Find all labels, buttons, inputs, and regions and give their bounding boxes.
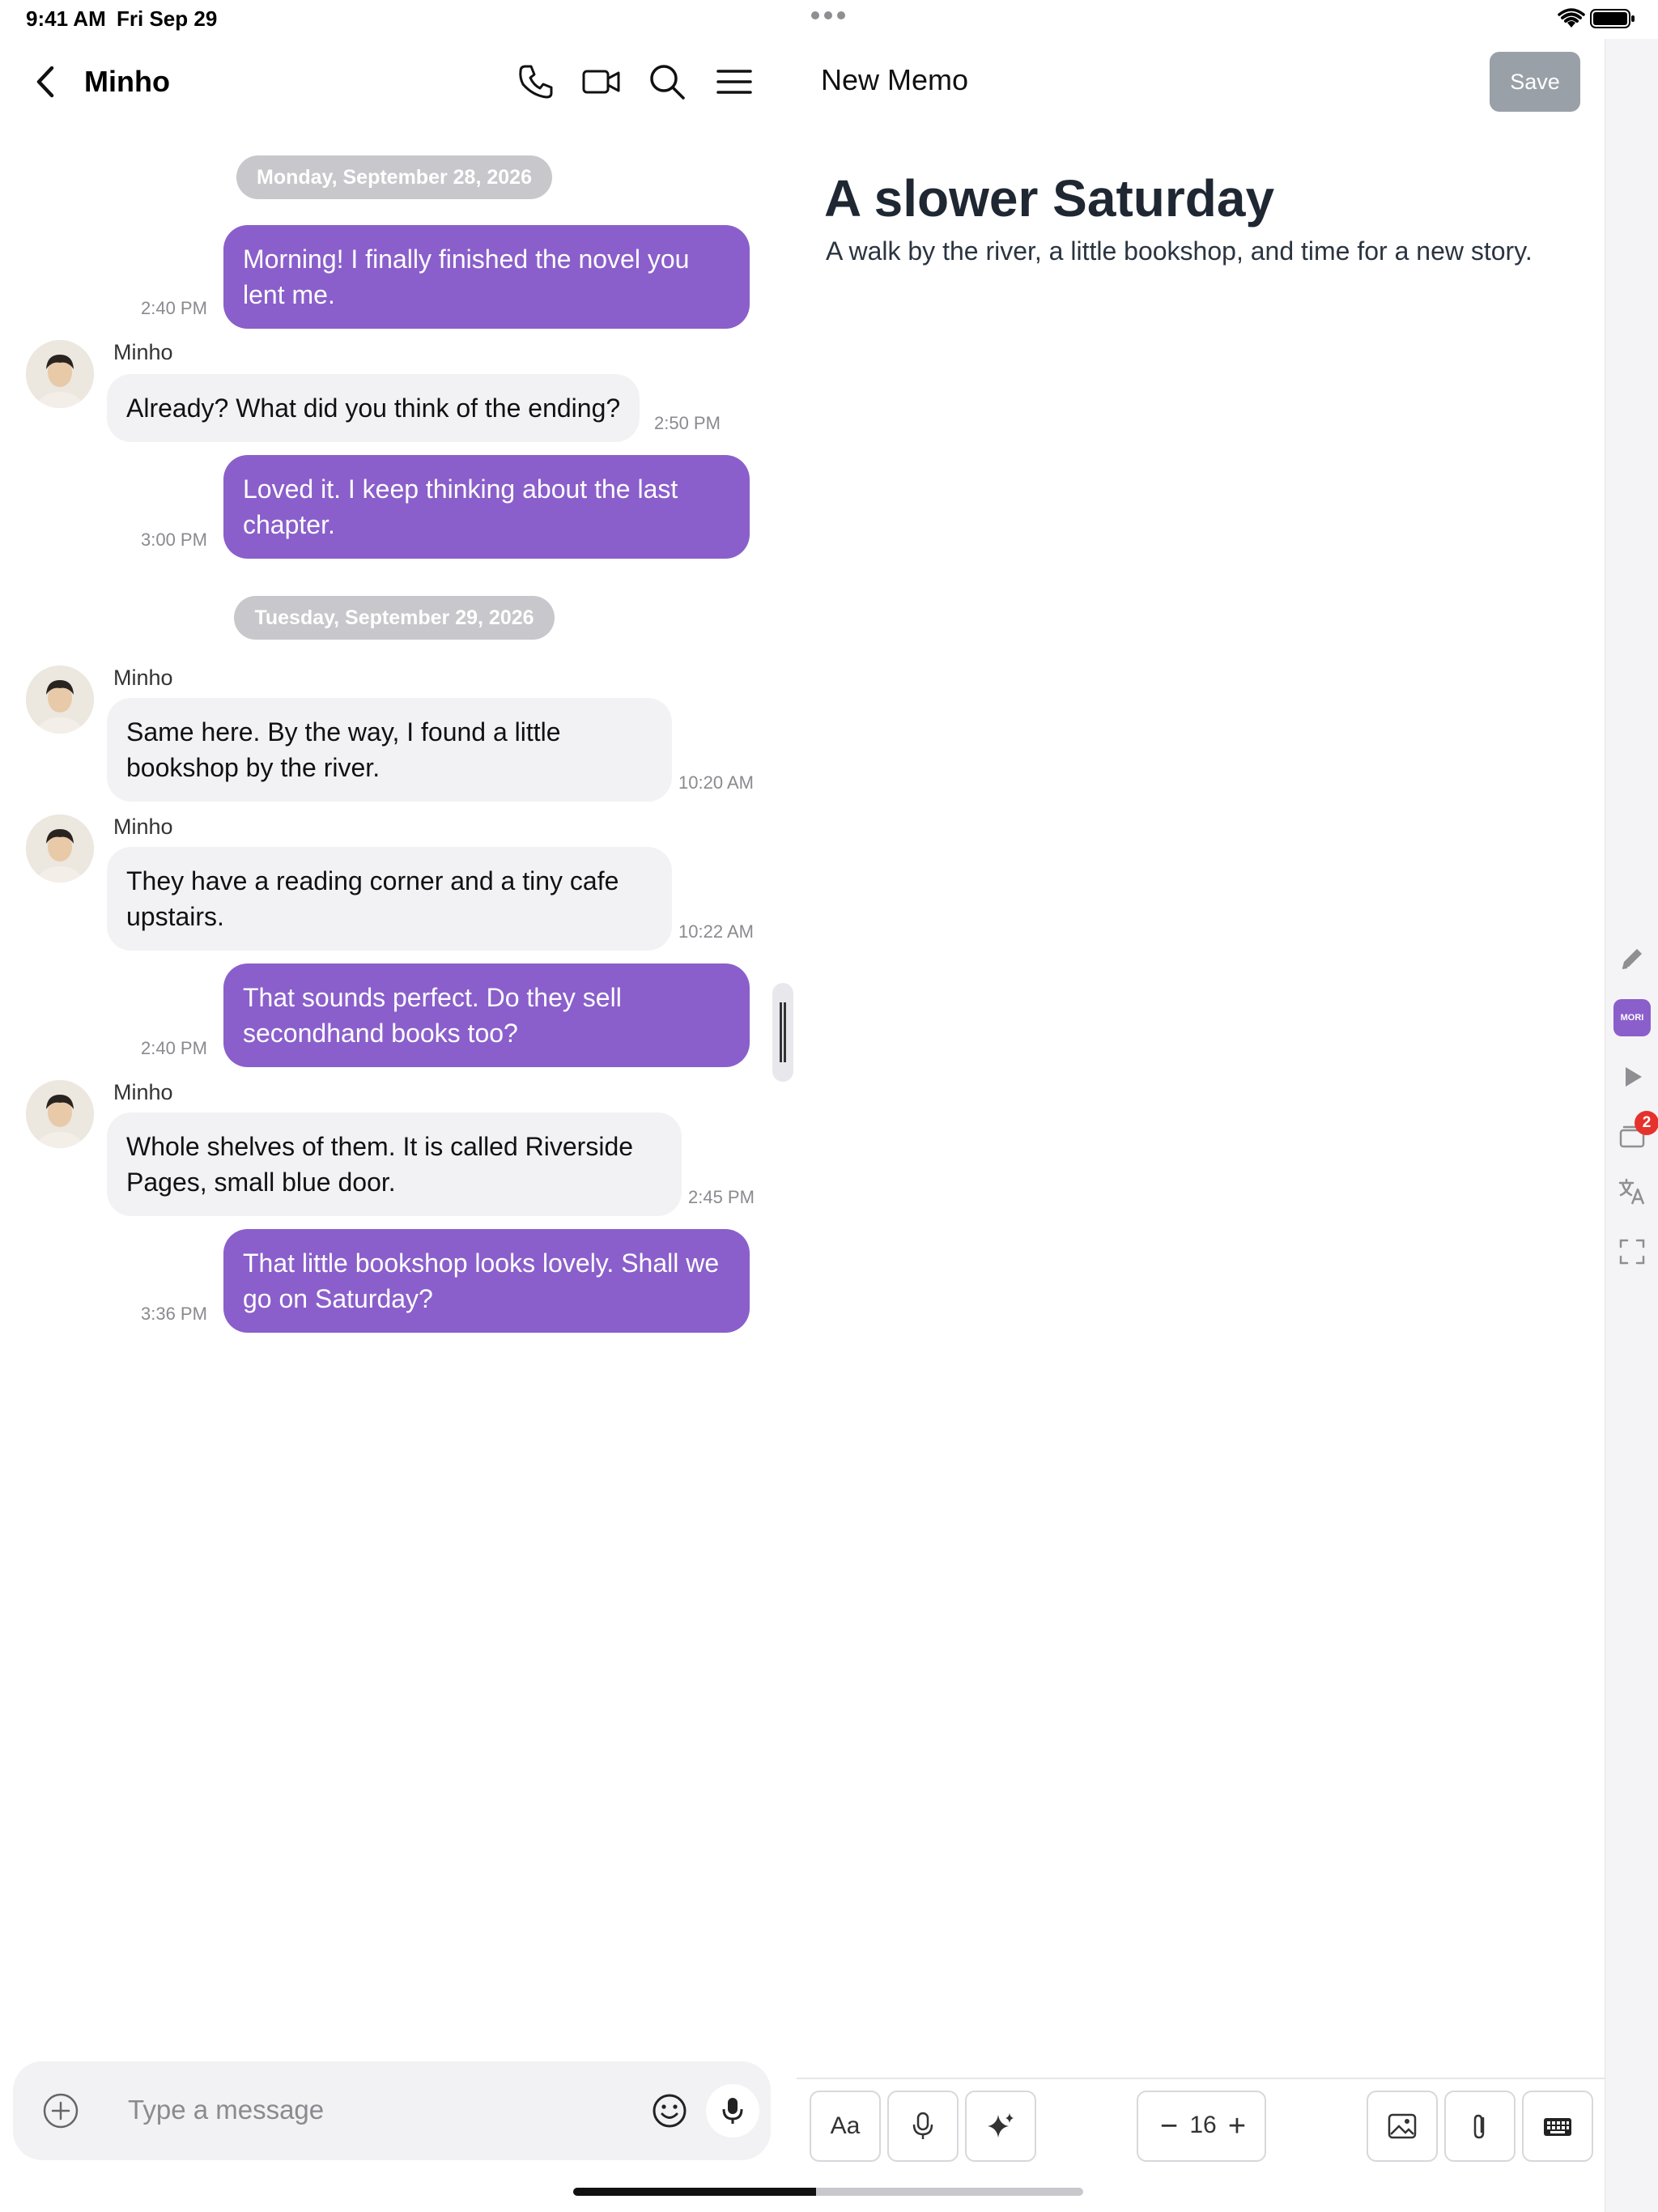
save-button[interactable]: Save — [1490, 52, 1580, 112]
status-date: Fri Sep 29 — [117, 6, 218, 31]
avatar[interactable] — [26, 815, 94, 883]
message-composer — [13, 2061, 771, 2160]
sender-name: Minho — [113, 666, 173, 690]
avatar[interactable] — [26, 666, 94, 734]
translate-icon[interactable] — [1616, 1176, 1648, 1208]
image-icon — [1388, 2113, 1417, 2139]
wifi-icon — [1558, 8, 1585, 28]
chat-contact-name: Minho — [84, 65, 170, 98]
add-attachment-icon[interactable] — [42, 2092, 79, 2129]
emoji-icon[interactable] — [651, 2092, 688, 2129]
sparkle-icon — [988, 2113, 1014, 2138]
font-size-decrease-button[interactable]: − — [1153, 2110, 1185, 2142]
microphone-icon — [912, 2112, 933, 2139]
app-shortcut-badge[interactable]: MORI — [1613, 999, 1651, 1036]
voice-input-button[interactable] — [706, 2084, 759, 2138]
message-time: 2:40 PM — [141, 1038, 207, 1058]
font-size-value: 16 — [1189, 2112, 1217, 2138]
chat-header: Minho — [0, 39, 793, 126]
outgoing-message[interactable]: Loved it. I keep thinking about the last… — [223, 455, 750, 559]
battery-icon — [1590, 9, 1635, 28]
avatar-portrait-icon — [26, 666, 94, 734]
pencil-icon[interactable] — [1616, 942, 1648, 975]
side-rail: MORI 2 — [1605, 39, 1658, 2212]
keyboard-toggle-button[interactable] — [1522, 2091, 1593, 2162]
avatar-portrait-icon — [26, 815, 94, 883]
message-time: 2:45 PM — [688, 1187, 755, 1207]
font-style-label: Aa — [830, 2112, 861, 2139]
phone-icon[interactable] — [516, 62, 556, 102]
date-separator: Monday, September 28, 2026 — [236, 155, 552, 199]
notification-badge: 2 — [1635, 1111, 1658, 1135]
attach-file-button[interactable] — [1444, 2091, 1516, 2162]
avatar[interactable] — [26, 340, 94, 408]
memo-heading[interactable]: A slower Saturday — [824, 168, 1274, 228]
multitask-dots-icon[interactable] — [811, 11, 845, 19]
chat-pane: Minho Monday, September 28, 2026 2:40 PM… — [0, 39, 793, 2212]
sender-name: Minho — [113, 815, 173, 839]
font-size-stepper: − 16 + — [1137, 2091, 1266, 2162]
search-icon[interactable] — [647, 62, 687, 102]
outgoing-message[interactable]: Morning! I finally finished the novel yo… — [223, 225, 750, 329]
back-chevron-icon[interactable] — [31, 63, 62, 100]
memo-body[interactable]: A walk by the river, a little bookshop, … — [826, 236, 1533, 266]
message-time: 2:40 PM — [141, 298, 207, 318]
date-separator: Tuesday, September 29, 2026 — [234, 596, 555, 640]
play-icon[interactable] — [1616, 1061, 1648, 1093]
menu-icon[interactable] — [714, 62, 755, 102]
status-time: 9:41 AM — [26, 6, 106, 31]
sender-name: Minho — [113, 340, 173, 364]
sender-name: Minho — [113, 1080, 173, 1104]
outgoing-message[interactable]: That little bookshop looks lovely. Shall… — [223, 1229, 750, 1333]
insert-image-button[interactable] — [1367, 2091, 1438, 2162]
incoming-message[interactable]: Same here. By the way, I found a little … — [107, 698, 672, 802]
incoming-message[interactable]: Already? What did you think of the endin… — [107, 374, 640, 442]
message-time: 3:36 PM — [141, 1304, 207, 1324]
font-size-increase-button[interactable]: + — [1221, 2110, 1253, 2142]
paperclip-icon — [1473, 2114, 1485, 2139]
incoming-message[interactable]: Whole shelves of them. It is called Rive… — [107, 1112, 682, 1216]
message-input[interactable] — [128, 2089, 630, 2131]
message-time: 10:22 AM — [678, 921, 754, 942]
chat-scrollbar[interactable] — [772, 983, 793, 1082]
incoming-message[interactable]: They have a reading corner and a tiny ca… — [107, 847, 672, 951]
memo-pane: New Memo Save A slower Saturday A walk b… — [797, 39, 1606, 2212]
microphone-icon — [722, 2098, 743, 2124]
status-bar: 9:41 AM Fri Sep 29 — [0, 0, 1658, 39]
memo-header-title: New Memo — [821, 63, 969, 96]
avatar[interactable] — [26, 1080, 94, 1148]
fullscreen-icon[interactable] — [1616, 1236, 1648, 1268]
message-time: 10:20 AM — [678, 772, 754, 793]
video-call-icon[interactable] — [581, 62, 622, 102]
font-style-button[interactable]: Aa — [810, 2091, 881, 2162]
keyboard-icon — [1544, 2118, 1571, 2136]
message-time: 3:00 PM — [141, 530, 207, 550]
home-indicator[interactable] — [573, 2188, 1083, 2196]
outgoing-message[interactable]: That sounds perfect. Do they sell second… — [223, 963, 750, 1067]
dictation-button[interactable] — [887, 2091, 959, 2162]
ai-assist-button[interactable] — [965, 2091, 1036, 2162]
avatar-portrait-icon — [26, 340, 94, 408]
avatar-portrait-icon — [26, 1080, 94, 1148]
message-time: 2:50 PM — [654, 413, 721, 433]
